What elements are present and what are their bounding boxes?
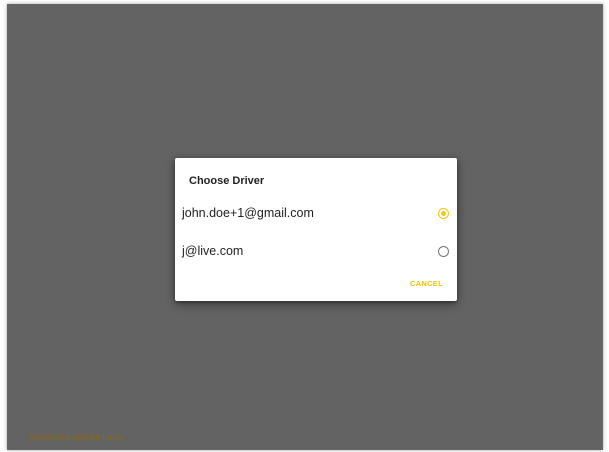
dialog-title: Choose Driver bbox=[189, 175, 265, 187]
driver-option-label: john.doe+1@gmail.com bbox=[182, 206, 314, 220]
cancel-button[interactable]: CANCEL bbox=[410, 279, 443, 288]
choose-driver-dialog: Choose Driver john.doe+1@gmail.com j@liv… bbox=[175, 158, 457, 301]
driver-option-label: j@live.com bbox=[182, 244, 244, 258]
radio-unselected-icon[interactable] bbox=[438, 246, 449, 257]
driver-option-john[interactable]: john.doe+1@gmail.com bbox=[175, 195, 457, 231]
app-screen-overlay: Choose Driver john.doe+1@gmail.com j@liv… bbox=[7, 4, 603, 450]
footer-brand-text: ACCESSCO-DRIVER LOGS bbox=[29, 435, 124, 442]
radio-dot-icon bbox=[441, 211, 446, 216]
radio-selected-icon[interactable] bbox=[438, 208, 449, 219]
driver-option-jlive[interactable]: j@live.com bbox=[175, 233, 457, 269]
